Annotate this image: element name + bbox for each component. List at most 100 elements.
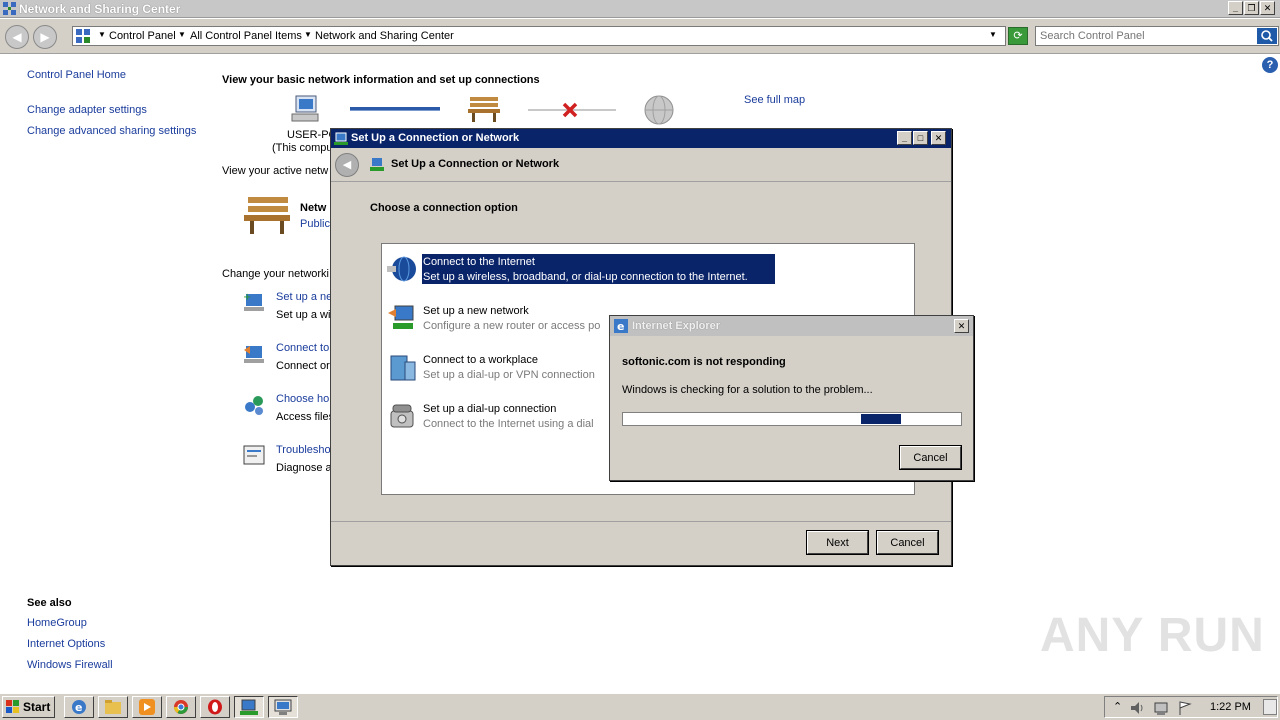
see-full-map-link[interactable]: See full map	[744, 94, 805, 106]
chevron-up-icon[interactable]: ⌃	[1113, 700, 1122, 713]
dialog-controls: _ □ ✕	[897, 131, 946, 145]
taskbar-network-button[interactable]	[234, 696, 264, 718]
task-connect-link[interactable]: Connect to	[276, 342, 329, 354]
start-button[interactable]: Start	[2, 696, 55, 718]
show-desktop-button[interactable]	[1263, 699, 1277, 715]
change-networking-label: Change your networki	[222, 268, 330, 280]
taskbar-opera-button[interactable]	[200, 696, 230, 718]
telephone-icon	[390, 404, 414, 428]
help-icon[interactable]: ?	[1262, 57, 1278, 73]
control-panel-icon	[76, 29, 90, 43]
taskbar-control-panel-button[interactable]	[268, 696, 298, 718]
progress-fill	[861, 414, 901, 424]
close-icon[interactable]: ✕	[1260, 1, 1275, 15]
refresh-button[interactable]: ⟳	[1008, 27, 1028, 45]
change-advanced-sharing-link[interactable]: Change advanced sharing settings	[27, 125, 196, 137]
chevron-right-icon[interactable]: ▼	[178, 30, 186, 39]
change-adapter-settings-link[interactable]: Change adapter settings	[27, 104, 147, 116]
taskbar-explorer-button[interactable]	[98, 696, 128, 718]
windows-logo-icon	[6, 700, 19, 713]
homegroup-link[interactable]: HomeGroup	[27, 617, 87, 629]
option-desc: Connect to the Internet using a dial	[423, 418, 594, 430]
option-title: Connect to a workplace	[423, 354, 538, 366]
chrome-icon	[174, 700, 188, 714]
option-title: Set up a dial-up connection	[423, 403, 557, 415]
active-networks-label: View your active netw	[222, 165, 329, 177]
progress-bar	[622, 412, 962, 426]
anyrun-watermark: ANY RUN	[1040, 609, 1265, 662]
task-setup-new-link[interactable]: Set up a ne	[276, 291, 332, 303]
svg-text:e: e	[75, 701, 82, 714]
back-button[interactable]: ◀	[335, 153, 359, 177]
media-player-icon	[139, 699, 155, 715]
task-homegroup-link[interactable]: Choose hor	[276, 393, 333, 405]
task-connect-desc: Connect or	[276, 360, 330, 372]
maximize-icon[interactable]: □	[913, 131, 928, 145]
internet-explorer-icon: e	[614, 319, 628, 333]
task-troubleshoot-desc: Diagnose a	[276, 462, 332, 474]
taskbar-ie-button[interactable]: e	[64, 696, 94, 718]
start-label: Start	[23, 700, 51, 714]
search-field[interactable]	[1035, 26, 1279, 46]
computer-sub: (This compu	[272, 142, 333, 154]
system-tray: ⌃ 1:22 PM	[1104, 696, 1278, 718]
choose-option-prompt: Choose a connection option	[370, 202, 518, 214]
page-title: View your basic network information and …	[222, 74, 540, 86]
network-center-icon	[3, 2, 16, 15]
internet-options-link[interactable]: Internet Options	[27, 638, 105, 650]
taskbar-media-button[interactable]	[132, 696, 162, 718]
breadcrumb-network-center[interactable]: Network and Sharing Center	[315, 30, 454, 42]
minimize-icon[interactable]: _	[1228, 1, 1243, 15]
svg-text:+: +	[243, 292, 251, 303]
not-responding-message: softonic.com is not responding	[622, 356, 786, 368]
network-tray-icon[interactable]	[1153, 700, 1169, 716]
task-setup-new-desc: Set up a wi	[276, 309, 331, 321]
bench-icon	[468, 97, 500, 122]
chevron-right-icon[interactable]: ▼	[98, 30, 106, 39]
dialog-title: Set Up a Connection or Network	[351, 132, 520, 144]
dialog-titlebar: e Internet Explorer ✕	[610, 316, 973, 336]
address-bar[interactable]: ▼ Control Panel ▼ All Control Panel Item…	[72, 26, 1006, 46]
back-button[interactable]: ◀	[5, 25, 29, 49]
network-type-link[interactable]: Public	[300, 218, 330, 230]
homegroup-icon	[245, 396, 263, 415]
clock[interactable]: 1:22 PM	[1210, 701, 1251, 713]
svg-text:e: e	[617, 320, 624, 333]
restore-icon[interactable]: ❐	[1244, 1, 1259, 15]
window-titlebar: Network and Sharing Center _ ❐ ✕	[0, 0, 1280, 18]
close-icon[interactable]: ✕	[931, 131, 946, 145]
see-also-heading: See also	[27, 597, 72, 609]
taskbar-chrome-button[interactable]	[166, 696, 196, 718]
error-x-icon	[562, 102, 578, 118]
forward-button[interactable]: ▶	[33, 25, 57, 49]
dialog-titlebar: Set Up a Connection or Network _ □ ✕	[331, 129, 951, 148]
next-button[interactable]: Next	[807, 531, 868, 554]
task-homegroup-desc: Access files	[276, 411, 335, 423]
new-network-icon	[388, 305, 414, 329]
option-connect-internet[interactable]: Connect to the Internet Set up a wireles…	[382, 252, 914, 286]
new-connection-icon: +	[243, 292, 264, 311]
workplace-icon	[390, 355, 416, 381]
control-panel-home-link[interactable]: Control Panel Home	[27, 69, 126, 81]
task-troubleshoot-link[interactable]: Troublesho	[276, 444, 331, 456]
network-setup-icon	[240, 699, 258, 715]
cancel-button[interactable]: Cancel	[877, 531, 938, 554]
minimize-icon[interactable]: _	[897, 131, 912, 145]
dialog-divider	[331, 521, 951, 522]
windows-firewall-link[interactable]: Windows Firewall	[27, 659, 113, 671]
volume-icon[interactable]	[1129, 700, 1145, 716]
option-title: Set up a new network	[423, 305, 529, 317]
taskbar: Start e ⌃ 1:22 PM	[0, 693, 1280, 720]
chevron-down-icon[interactable]: ▼	[989, 30, 997, 39]
search-input[interactable]	[1040, 29, 1250, 43]
action-center-flag-icon[interactable]	[1177, 700, 1193, 716]
checking-status: Windows is checking for a solution to th…	[622, 384, 873, 396]
cancel-button[interactable]: Cancel	[900, 446, 961, 469]
close-icon[interactable]: ✕	[954, 319, 969, 333]
breadcrumb-all-items[interactable]: All Control Panel Items	[190, 30, 302, 42]
chevron-right-icon[interactable]: ▼	[304, 30, 312, 39]
window-controls: _ ❐ ✕	[1228, 1, 1275, 15]
connection-line	[350, 107, 440, 111]
breadcrumb-control-panel[interactable]: Control Panel	[109, 30, 176, 42]
search-icon[interactable]	[1257, 28, 1277, 44]
